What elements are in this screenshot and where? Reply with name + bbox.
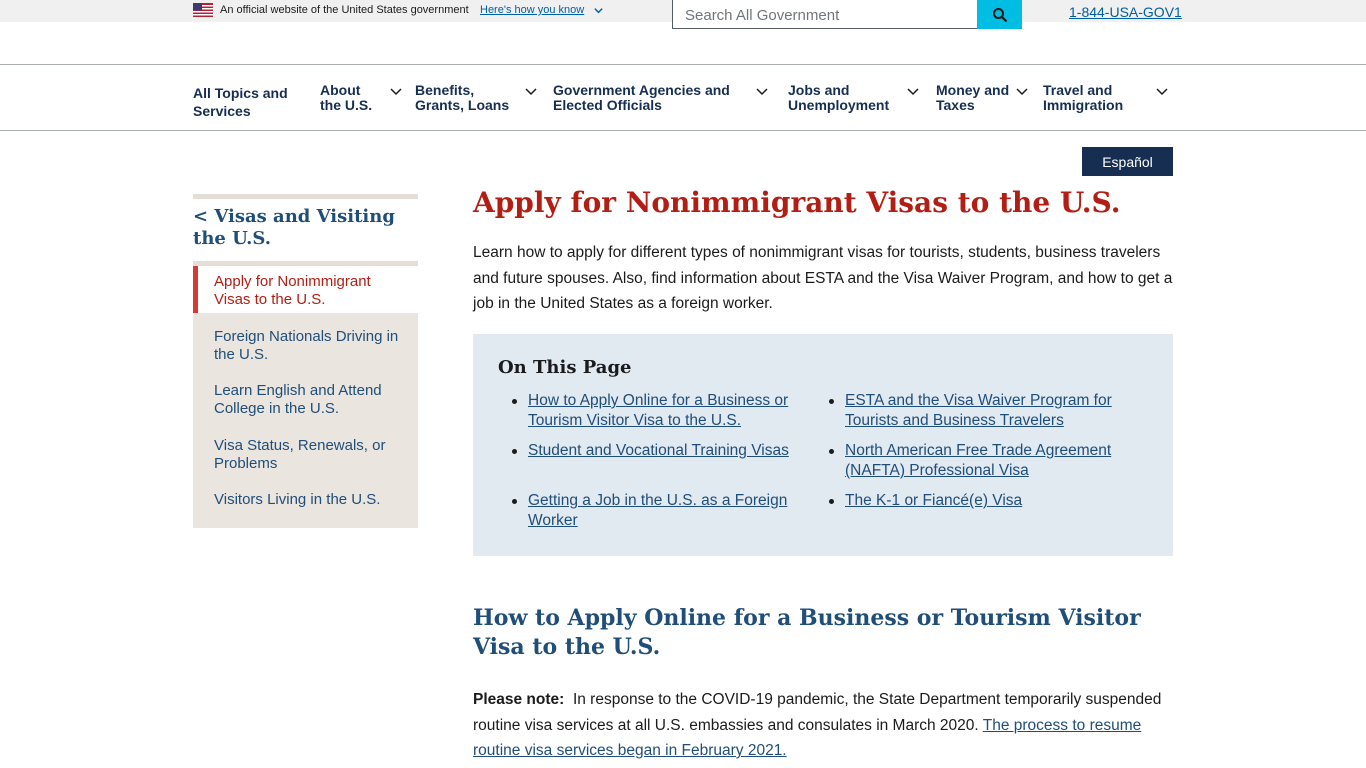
nav-government-agencies[interactable]: Government Agencies and Elected Official… — [553, 83, 730, 113]
search-button[interactable] — [977, 0, 1022, 29]
nav-label: Taxes — [936, 97, 975, 113]
nav-benefits[interactable]: Benefits, Grants, Loans — [415, 83, 509, 113]
heres-how-you-know-link[interactable]: Here's how you know — [480, 4, 584, 16]
nav-label: Benefits, — [415, 82, 475, 98]
bullet — [829, 399, 834, 404]
nav-label: Travel and — [1043, 82, 1113, 98]
covid-note: Please note: In response to the COVID-19… — [473, 687, 1183, 764]
nav-money-taxes[interactable]: Money and Taxes — [936, 83, 1009, 113]
nav-label: the U.S. — [320, 97, 373, 113]
phone-link[interactable]: 1-844-USA-GOV1 — [1069, 4, 1182, 20]
espanol-button[interactable]: Español — [1082, 147, 1173, 176]
sidebar-item-learn-english[interactable]: Learn English and Attend College in the … — [214, 382, 409, 418]
search-input[interactable] — [672, 0, 978, 29]
nav-about-the-us[interactable]: About the U.S. — [320, 83, 372, 113]
chevron-down-icon[interactable] — [1016, 87, 1028, 97]
otp-link-business-tourism[interactable]: How to Apply Online for a Business or To… — [528, 391, 808, 431]
sidebar-parent-link[interactable]: < Visas and Visiting the U.S. — [193, 206, 418, 250]
nav-label: All Topics and — [193, 85, 288, 101]
sidebar-item-visa-status[interactable]: Visa Status, Renewals, or Problems — [214, 437, 409, 473]
nav-label: Immigration — [1043, 97, 1124, 113]
sidebar-item-visitors-living[interactable]: Visitors Living in the U.S. — [214, 491, 409, 509]
nav-label: Government Agencies and — [553, 82, 730, 98]
nav-label: Money and — [936, 82, 1010, 98]
chevron-down-icon[interactable] — [907, 87, 919, 97]
note-label: Please note: — [473, 691, 565, 708]
bullet — [829, 499, 834, 504]
chevron-down-icon[interactable] — [756, 87, 768, 97]
page-title: Apply for Nonimmigrant Visas to the U.S. — [473, 186, 1121, 219]
nav-label: Unemployment — [788, 97, 890, 113]
chevron-down-icon[interactable] — [593, 5, 604, 16]
nav-travel-immigration[interactable]: Travel and Immigration — [1043, 83, 1123, 113]
bullet — [829, 449, 834, 454]
on-this-page-title: On This Page — [498, 357, 632, 378]
nav-all-topics[interactable]: All Topics and Services — [193, 84, 288, 120]
nav-label: About — [320, 82, 361, 98]
sidebar-divider — [193, 194, 418, 199]
otp-link-k1-visa[interactable]: The K-1 or Fiancé(e) Visa — [845, 491, 1135, 511]
otp-link-nafta[interactable]: North American Free Trade Agreement (NAF… — [845, 441, 1135, 481]
chevron-down-icon[interactable] — [525, 87, 537, 97]
intro-paragraph: Learn how to apply for different types o… — [473, 244, 1173, 312]
sidebar-item-apply-nonimmigrant[interactable]: Apply for Nonimmigrant Visas to the U.S. — [214, 273, 409, 309]
otp-link-esta[interactable]: ESTA and the Visa Waiver Program for Tou… — [845, 391, 1135, 431]
chevron-down-icon[interactable] — [390, 87, 402, 97]
bullet — [512, 399, 517, 404]
chevron-down-icon[interactable] — [1156, 87, 1168, 97]
nav-label: Services — [193, 103, 251, 119]
nav-label: Elected Officials — [553, 97, 662, 113]
sidebar-item-foreign-nationals-driving[interactable]: Foreign Nationals Driving in the U.S. — [214, 328, 409, 364]
nav-label: Grants, Loans — [415, 97, 510, 113]
main-nav: All Topics and Services About the U.S. B… — [0, 64, 1366, 131]
bullet — [512, 499, 517, 504]
search-icon — [992, 7, 1007, 22]
us-flag-icon — [193, 3, 213, 17]
banner-text: An official website of the United States… — [220, 4, 469, 16]
bullet — [512, 449, 517, 454]
nav-jobs[interactable]: Jobs and Unemployment — [788, 83, 889, 113]
otp-link-student-visas[interactable]: Student and Vocational Training Visas — [528, 441, 818, 461]
nav-label: Jobs and — [788, 82, 850, 98]
section-heading: How to Apply Online for a Business or To… — [473, 605, 1141, 660]
otp-link-foreign-worker[interactable]: Getting a Job in the U.S. as a Foreign W… — [528, 491, 803, 531]
